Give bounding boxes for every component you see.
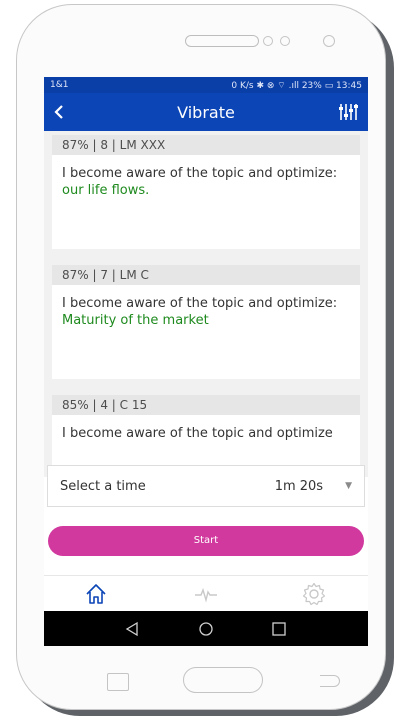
- card-header: 85% | 4 | C 15: [52, 395, 360, 415]
- card-text: I become aware of the topic and optimize…: [62, 166, 338, 181]
- nav-recents-icon[interactable]: [271, 621, 287, 637]
- list-item[interactable]: 87% | 8 | LM XXX I become aware of the t…: [52, 135, 360, 249]
- bottom-nav: [44, 575, 368, 612]
- equalizer-icon[interactable]: [338, 102, 358, 122]
- card-highlight: our life flows.: [62, 183, 150, 198]
- nav-home-icon[interactable]: [198, 621, 214, 637]
- page-title: Vibrate: [177, 102, 235, 122]
- carrier-label: 1&1: [50, 80, 69, 90]
- card-body: I become aware of the topic and optimize…: [52, 285, 360, 379]
- phone-screen: 1&1 0 K/s ✱ ⊗ ⌔ .ıll 23% ▭ 13:45 Vibrate…: [44, 77, 368, 646]
- chevron-down-icon[interactable]: ▼: [345, 481, 352, 491]
- hardware-home-key[interactable]: [183, 667, 263, 693]
- system-navigation-bar: [44, 611, 368, 646]
- sensor: [280, 36, 290, 46]
- home-icon[interactable]: [84, 582, 108, 606]
- status-indicators: 0 K/s ✱ ⊗ ⌔ .ıll 23% ▭ 13:45: [231, 80, 362, 91]
- time-select-value: 1m 20s: [274, 478, 324, 494]
- settings-icon[interactable]: [302, 582, 326, 606]
- nav-back-icon[interactable]: [124, 621, 140, 637]
- card-header: 87% | 7 | LM C: [52, 265, 360, 285]
- front-camera: [263, 36, 273, 46]
- list-item[interactable]: 87% | 7 | LM C I become aware of the top…: [52, 265, 360, 379]
- app-bar: Vibrate: [44, 93, 368, 131]
- results-list: 87% | 8 | LM XXX I become aware of the t…: [44, 131, 368, 477]
- card-header: 87% | 8 | LM XXX: [52, 135, 360, 155]
- speaker-grille: [185, 35, 259, 47]
- time-select-label: Select a time: [60, 478, 146, 494]
- hardware-back-key[interactable]: [320, 675, 340, 687]
- card-highlight: Maturity of the market: [62, 313, 209, 328]
- time-select[interactable]: Select a time 1m 20s ▼: [47, 465, 365, 507]
- back-icon[interactable]: [50, 102, 70, 122]
- card-text: I become aware of the topic and optimize…: [62, 296, 338, 311]
- start-button[interactable]: Start: [48, 526, 364, 556]
- status-bar: 1&1 0 K/s ✱ ⊗ ⌔ .ıll 23% ▭ 13:45: [44, 77, 368, 93]
- proximity-sensor: [323, 35, 335, 47]
- pulse-icon[interactable]: [194, 582, 218, 606]
- hardware-recent-key[interactable]: [107, 673, 129, 691]
- card-text: I become aware of the topic and optimize: [62, 426, 333, 441]
- card-body: I become aware of the topic and optimize…: [52, 155, 360, 249]
